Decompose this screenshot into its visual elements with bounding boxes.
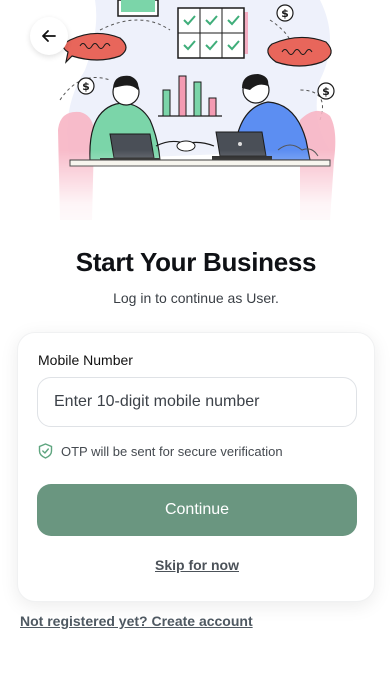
- otp-note: OTP will be sent for secure verification: [38, 443, 283, 459]
- page-subtitle: Log in to continue as User.: [113, 290, 279, 306]
- continue-button[interactable]: Continue: [37, 484, 357, 536]
- svg-text:$: $: [82, 80, 90, 93]
- shield-check-icon: [38, 443, 53, 459]
- login-card: Mobile Number OTP will be sent for secur…: [17, 332, 375, 602]
- svg-text:$: $: [322, 85, 330, 98]
- mobile-number-label: Mobile Number: [38, 352, 133, 368]
- create-account-link[interactable]: Not registered yet? Create account: [20, 613, 253, 629]
- arrow-left-icon: [42, 30, 56, 42]
- mobile-number-input[interactable]: [37, 377, 357, 427]
- svg-text:$: $: [281, 7, 289, 20]
- otp-note-text: OTP will be sent for secure verification: [61, 443, 283, 459]
- back-button[interactable]: [30, 17, 68, 55]
- page-title: Start Your Business: [75, 247, 317, 277]
- skip-link[interactable]: Skip for now: [18, 557, 376, 573]
